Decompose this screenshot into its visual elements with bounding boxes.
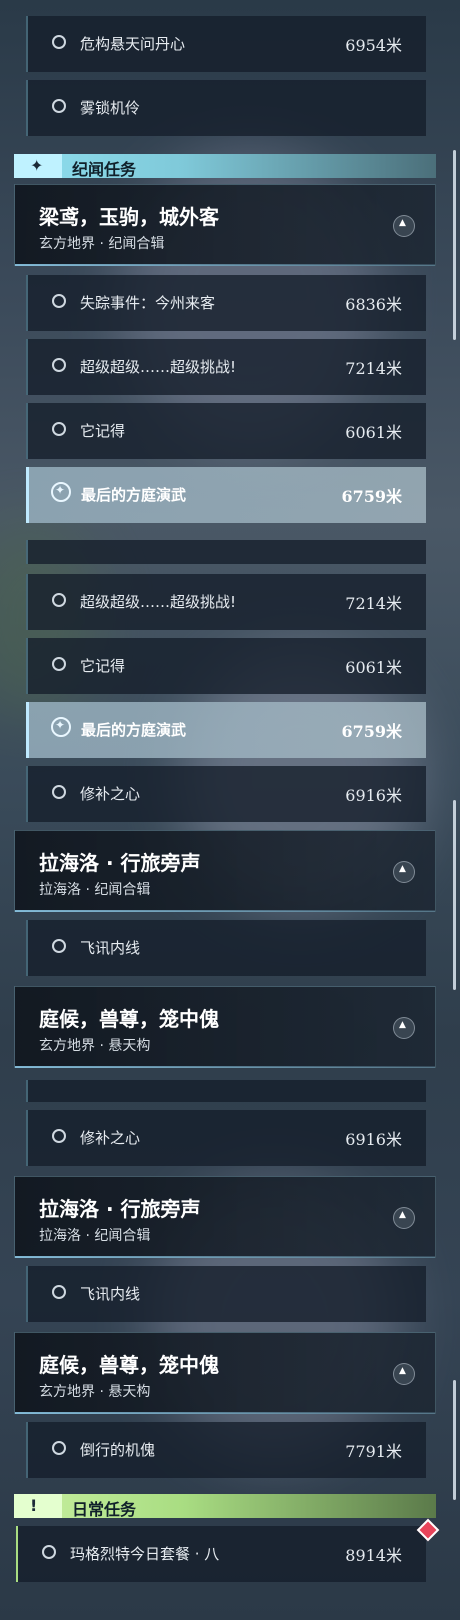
group-subtitle: 拉海洛 · 纪闻合辑 <box>39 1228 151 1244</box>
quest-label: 最后的方庭演武 <box>81 721 187 739</box>
group-title: 庭候，兽尊，笼中傀 <box>39 1007 219 1031</box>
daily-quest-row[interactable]: 玛格烈特今日套餐 · 八 8914米 <box>16 1526 426 1582</box>
scrollbar[interactable] <box>453 1380 456 1500</box>
track-target-icon <box>51 717 71 737</box>
quest-row[interactable]: 雾锁机伶 <box>26 80 426 136</box>
circle-icon <box>52 99 66 113</box>
quest-distance: 6759米 <box>341 722 402 741</box>
quest-row[interactable]: 飞讯内线 <box>26 1266 426 1322</box>
quest-group-card[interactable]: 庭候，兽尊，笼中傀 玄方地界 · 悬天构 <box>14 1332 436 1414</box>
quest-label: 超级超级……超级挑战! <box>80 593 237 611</box>
quest-row[interactable]: 修补之心 6916米 <box>26 1110 426 1166</box>
circle-icon <box>52 657 66 671</box>
quest-label: 危构悬天问丹心 <box>80 35 186 53</box>
circle-icon <box>52 358 66 372</box>
group-title: 拉海洛 · 行旅旁声 <box>39 851 201 875</box>
quest-label: 它记得 <box>80 422 126 440</box>
quest-group-card[interactable]: 拉海洛 · 行旅旁声 拉海洛 · 纪闻合辑 <box>14 830 436 912</box>
quest-row[interactable]: 失踪事件：今州来客 6836米 <box>26 275 426 331</box>
quest-list-panel-3: 修补之心 6916米 拉海洛 · 行旅旁声 拉海洛 · 纪闻合辑 飞讯内线 庭候… <box>0 1080 460 1620</box>
circle-icon <box>42 1545 56 1559</box>
quest-label: 超级超级……超级挑战! <box>80 358 237 376</box>
quest-label: 倒行的机傀 <box>80 1441 156 1459</box>
collapse-icon[interactable] <box>393 1017 415 1039</box>
circle-icon <box>52 785 66 799</box>
quest-label: 玛格烈特今日套餐 · 八 <box>70 1545 220 1563</box>
quest-distance: 6954米 <box>345 36 402 55</box>
quest-label: 飞讯内线 <box>80 1285 141 1303</box>
quest-label: 失踪事件：今州来客 <box>80 294 216 312</box>
quest-distance: 6916米 <box>345 786 402 805</box>
quest-distance: 7791米 <box>345 1442 402 1461</box>
quest-distance: 7214米 <box>345 359 402 378</box>
collapse-icon[interactable] <box>393 861 415 883</box>
quest-row-tracked[interactable]: 最后的方庭演武 6759米 <box>26 467 426 523</box>
quest-distance: 7214米 <box>345 594 402 613</box>
quest-distance: 6061米 <box>345 423 402 442</box>
quest-row[interactable]: 超级超级……超级挑战! 7214米 <box>26 574 426 630</box>
sparkle-icon: ✦ <box>14 154 62 178</box>
quest-label: 雾锁机伶 <box>80 99 141 117</box>
quest-distance: 6759米 <box>341 487 402 506</box>
quest-row[interactable]: 它记得 6061米 <box>26 403 426 459</box>
group-title: 庭候，兽尊，笼中傀 <box>39 1353 219 1377</box>
section-title: 日常任务 <box>72 1500 137 1519</box>
circle-icon <box>52 422 66 436</box>
quest-label: 飞讯内线 <box>80 939 141 957</box>
quest-label: 最后的方庭演武 <box>81 486 187 504</box>
exclamation-icon: ! <box>14 1494 62 1518</box>
scrollbar[interactable] <box>453 800 456 990</box>
quest-distance: 6836米 <box>345 295 402 314</box>
group-subtitle: 玄方地界 · 悬天构 <box>39 1384 151 1400</box>
circle-icon <box>52 1285 66 1299</box>
quest-list-panel-2: 超级超级……超级挑战! 7214米 它记得 6061米 最后的方庭演武 6759… <box>0 540 460 1080</box>
quest-row-tracked[interactable]: 最后的方庭演武 6759米 <box>26 702 426 758</box>
quest-label: 它记得 <box>80 657 126 675</box>
quest-row[interactable]: 飞讯内线 <box>26 920 426 976</box>
quest-label: 修补之心 <box>80 785 141 803</box>
section-header-lore: ✦ 纪闻任务 <box>14 154 436 179</box>
circle-icon <box>52 1129 66 1143</box>
quest-list-panel-1: 危构悬天问丹心 6954米 雾锁机伶 ✦ 纪闻任务 梁鸢，玉驹，城外客 玄方地界… <box>0 0 460 540</box>
group-title: 拉海洛 · 行旅旁声 <box>39 1197 201 1221</box>
group-title: 梁鸢，玉驹，城外客 <box>39 205 219 229</box>
quest-row[interactable]: 倒行的机傀 7791米 <box>26 1422 426 1478</box>
circle-icon <box>52 294 66 308</box>
quest-row[interactable]: 超级超级……超级挑战! 7214米 <box>26 339 426 395</box>
group-subtitle: 玄方地界 · 悬天构 <box>39 1038 151 1054</box>
track-target-icon <box>51 482 71 502</box>
quest-distance: 6061米 <box>345 658 402 677</box>
collapse-icon[interactable] <box>393 1363 415 1385</box>
circle-icon <box>52 1441 66 1455</box>
quest-distance: 6916米 <box>345 1130 402 1149</box>
circle-icon <box>52 593 66 607</box>
quest-row[interactable] <box>26 540 426 564</box>
quest-group-card[interactable]: 拉海洛 · 行旅旁声 拉海洛 · 纪闻合辑 <box>14 1176 436 1258</box>
section-title: 纪闻任务 <box>72 160 137 179</box>
quest-group-card[interactable]: 梁鸢，玉驹，城外客 玄方地界 · 纪闻合辑 <box>14 184 436 266</box>
quest-row[interactable]: 修补之心 6916米 <box>26 766 426 822</box>
group-subtitle: 玄方地界 · 纪闻合辑 <box>39 236 165 252</box>
collapse-icon[interactable] <box>393 215 415 237</box>
collapse-icon[interactable] <box>393 1207 415 1229</box>
scrollbar[interactable] <box>453 150 456 340</box>
circle-icon <box>52 939 66 953</box>
section-header-daily: ! 日常任务 <box>14 1494 436 1519</box>
quest-group-card[interactable]: 庭候，兽尊，笼中傀 玄方地界 · 悬天构 <box>14 986 436 1068</box>
quest-distance: 8914米 <box>345 1546 402 1565</box>
quest-row[interactable]: 它记得 6061米 <box>26 638 426 694</box>
quest-row[interactable]: 危构悬天问丹心 6954米 <box>26 16 426 72</box>
circle-icon <box>52 35 66 49</box>
group-subtitle: 拉海洛 · 纪闻合辑 <box>39 882 151 898</box>
quest-row[interactable] <box>26 1080 426 1102</box>
quest-label: 修补之心 <box>80 1129 141 1147</box>
